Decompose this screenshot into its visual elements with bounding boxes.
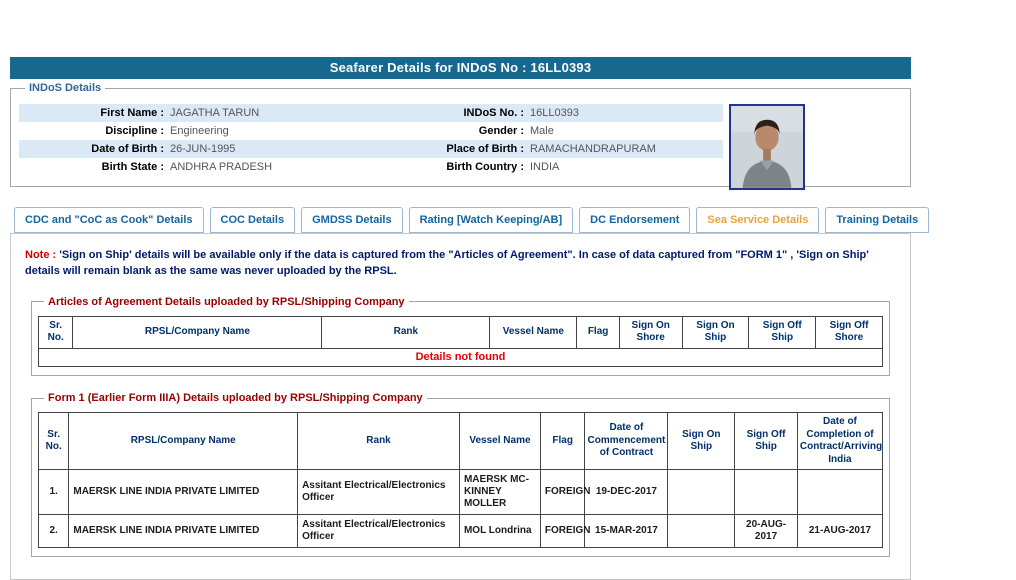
articles-header-vessel: Vessel Name bbox=[490, 316, 577, 348]
discipline-value: Engineering bbox=[164, 122, 374, 140]
form1-cell-sign-off-ship: 20-AUG-2017 bbox=[735, 515, 798, 548]
details-not-found-message: Details not found bbox=[39, 348, 883, 366]
table-row: 2. MAERSK LINE INDIA PRIVATE LIMITED Ass… bbox=[39, 515, 883, 548]
sign-on-ship-note: Note : 'Sign on Ship' details will be av… bbox=[25, 248, 896, 280]
form1-header-completion-date: Date of Completion of Contract/Arriving … bbox=[797, 413, 882, 470]
first-name-label: First Name : bbox=[19, 104, 164, 122]
form1-cell-completion-date: 21-AUG-2017 bbox=[797, 515, 882, 548]
form1-header-sr-no: Sr. No. bbox=[39, 413, 69, 470]
form1-cell-sr-no: 2. bbox=[39, 515, 69, 548]
tab-coc-details[interactable]: COC Details bbox=[210, 207, 296, 233]
sea-service-details-panel: Note : 'Sign on Ship' details will be av… bbox=[10, 233, 911, 580]
detail-tabs: CDC and "CoC as Cook" Details COC Detail… bbox=[10, 207, 911, 233]
form1-cell-sign-on-ship bbox=[668, 470, 735, 515]
birth-state-value: ANDHRA PRADESH bbox=[164, 158, 374, 176]
seafarer-photo bbox=[729, 104, 805, 190]
articles-header-company: RPSL/Company Name bbox=[73, 316, 322, 348]
form1-cell-completion-date bbox=[797, 470, 882, 515]
form1-table: Sr. No. RPSL/Company Name Rank Vessel Na… bbox=[38, 412, 883, 548]
form1-header-flag: Flag bbox=[540, 413, 585, 470]
form1-header-commencement-date: Date of Commencement of Contract bbox=[585, 413, 668, 470]
first-name-value: JAGATHA TARUN bbox=[164, 104, 374, 122]
info-row-first-name: First Name : JAGATHA TARUN INDoS No. : 1… bbox=[19, 104, 723, 122]
form1-cell-commencement-date: 19-DEC-2017 bbox=[585, 470, 668, 515]
form1-cell-rank: Assitant Electrical/Electronics Officer bbox=[298, 515, 460, 548]
tab-sea-service-details[interactable]: Sea Service Details bbox=[696, 207, 819, 233]
tab-dc-endorsement[interactable]: DC Endorsement bbox=[579, 207, 690, 233]
form1-header-rank: Rank bbox=[298, 413, 460, 470]
form1-header-row: Sr. No. RPSL/Company Name Rank Vessel Na… bbox=[39, 413, 883, 470]
info-row-date-of-birth: Date of Birth : 26-JUN-1995 Place of Bir… bbox=[19, 140, 723, 158]
tab-rating-watch-keeping-ab[interactable]: Rating [Watch Keeping/AB] bbox=[409, 207, 574, 233]
indos-no-label: INDoS No. : bbox=[374, 104, 524, 122]
form1-cell-flag: FOREIGN bbox=[540, 515, 585, 548]
date-of-birth-label: Date of Birth : bbox=[19, 140, 164, 158]
form1-header-sign-on-ship: Sign On Ship bbox=[668, 413, 735, 470]
articles-header-rank: Rank bbox=[322, 316, 490, 348]
indos-details-section: INDoS Details First Name : JAGATHA TARUN… bbox=[10, 82, 911, 187]
info-row-discipline: Discipline : Engineering Gender : Male bbox=[19, 122, 723, 140]
gender-value: Male bbox=[524, 122, 723, 140]
articles-header-row: Sr. No. RPSL/Company Name Rank Vessel Na… bbox=[39, 316, 883, 348]
birth-country-label: Birth Country : bbox=[374, 158, 524, 176]
birth-country-value: INDIA bbox=[524, 158, 723, 176]
articles-header-sign-off-shore: Sign Off Shore bbox=[816, 316, 883, 348]
form1-header-vessel: Vessel Name bbox=[459, 413, 540, 470]
place-of-birth-label: Place of Birth : bbox=[374, 140, 524, 158]
articles-of-agreement-table: Sr. No. RPSL/Company Name Rank Vessel Na… bbox=[38, 316, 883, 367]
articles-of-agreement-section: Articles of Agreement Details uploaded b… bbox=[31, 296, 890, 376]
info-row-birth-state: Birth State : ANDHRA PRADESH Birth Count… bbox=[19, 158, 723, 176]
form1-cell-sign-off-ship bbox=[735, 470, 798, 515]
form1-header-sign-off-ship: Sign Off Ship bbox=[735, 413, 798, 470]
form1-cell-sign-on-ship bbox=[668, 515, 735, 548]
tab-training-details[interactable]: Training Details bbox=[825, 207, 929, 233]
table-row: 1. MAERSK LINE INDIA PRIVATE LIMITED Ass… bbox=[39, 470, 883, 515]
seafarer-details-page: Seafarer Details for INDoS No : 16LL0393… bbox=[10, 57, 911, 580]
articles-header-sign-on-ship: Sign On Ship bbox=[682, 316, 749, 348]
form1-cell-company: MAERSK LINE INDIA PRIVATE LIMITED bbox=[69, 515, 298, 548]
form1-cell-vessel: MAERSK MC-KINNEY MOLLER bbox=[459, 470, 540, 515]
note-text: 'Sign on Ship' details will be available… bbox=[25, 249, 869, 277]
form1-cell-commencement-date: 15-MAR-2017 bbox=[585, 515, 668, 548]
articles-header-flag: Flag bbox=[577, 316, 620, 348]
gender-label: Gender : bbox=[374, 122, 524, 140]
form1-cell-flag: FOREIGN bbox=[540, 470, 585, 515]
indos-no-value: 16LL0393 bbox=[524, 104, 723, 122]
indos-info-rows: First Name : JAGATHA TARUN INDoS No. : 1… bbox=[19, 104, 723, 176]
indos-details-legend: INDoS Details bbox=[25, 82, 105, 94]
tab-gmdss-details[interactable]: GMDSS Details bbox=[301, 207, 402, 233]
form1-cell-rank: Assitant Electrical/Electronics Officer bbox=[298, 470, 460, 515]
place-of-birth-value: RAMACHANDRAPURAM bbox=[524, 140, 723, 158]
articles-of-agreement-legend: Articles of Agreement Details uploaded b… bbox=[44, 296, 409, 308]
birth-state-label: Birth State : bbox=[19, 158, 164, 176]
articles-header-sr-no: Sr. No. bbox=[39, 316, 73, 348]
date-of-birth-value: 26-JUN-1995 bbox=[164, 140, 374, 158]
tab-cdc-coc-as-cook-details[interactable]: CDC and "CoC as Cook" Details bbox=[14, 207, 204, 233]
form1-legend: Form 1 (Earlier Form IIIA) Details uploa… bbox=[44, 392, 427, 404]
form1-cell-company: MAERSK LINE INDIA PRIVATE LIMITED bbox=[69, 470, 298, 515]
note-prefix: Note : bbox=[25, 249, 56, 261]
articles-empty-row: Details not found bbox=[39, 348, 883, 366]
discipline-label: Discipline : bbox=[19, 122, 164, 140]
articles-header-sign-off-ship: Sign Off Ship bbox=[749, 316, 816, 348]
form1-header-company: RPSL/Company Name bbox=[69, 413, 298, 470]
form1-cell-vessel: MOL Londrina bbox=[459, 515, 540, 548]
articles-header-sign-on-shore: Sign On Shore bbox=[619, 316, 682, 348]
form1-cell-sr-no: 1. bbox=[39, 470, 69, 515]
page-title: Seafarer Details for INDoS No : 16LL0393 bbox=[10, 57, 911, 79]
seafarer-photo-image bbox=[731, 106, 803, 188]
form1-section: Form 1 (Earlier Form IIIA) Details uploa… bbox=[31, 392, 890, 557]
